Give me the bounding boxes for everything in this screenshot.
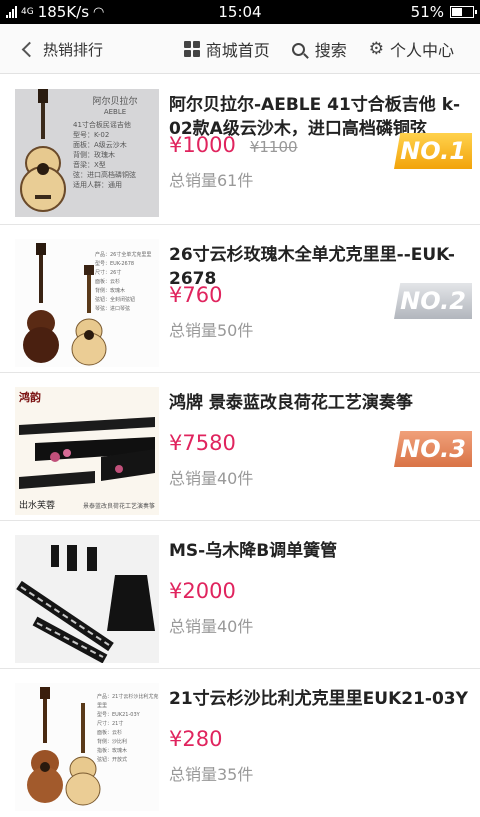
product-list: 阿尔贝拉尔 AEBLE 41寸合板民谣吉他 型号：K-02 面板：A级云沙木 背… (0, 75, 480, 817)
thumb-spec: 尺寸：21寸 (97, 721, 124, 727)
nav-links: 商城首页 搜索 ⚙ 个人中心 (183, 24, 454, 74)
list-item[interactable]: 阿尔贝拉尔 AEBLE 41寸合板民谣吉他 型号：K-02 面板：A级云沙木 背… (0, 75, 480, 225)
product-price: ¥7580 (169, 431, 236, 455)
product-price: ¥2000 (169, 579, 236, 603)
product-price: ¥760 (169, 283, 223, 307)
thumb-spec: 弦钮：全封闭弦钮 (95, 297, 136, 303)
clarinet-image (15, 535, 159, 663)
store-home-link[interactable]: 商城首页 (183, 37, 270, 61)
rank-badge: NO.2 (394, 283, 472, 319)
clock: 15:04 (218, 3, 262, 21)
status-right: 51% (410, 3, 477, 21)
thumb-caption-right: 景泰蓝改良荷花工艺演奏筝 (82, 503, 155, 510)
thumb-spec: 产品：21寸云杉沙比利尤克里里 (97, 694, 159, 709)
product-image-clarinet[interactable] (15, 535, 159, 663)
product-image-ukulele[interactable]: 产品：26寸全单尤克里里 型号：EUK-2678 尺寸：26寸 面板：云杉 背侧… (15, 239, 159, 367)
thumb-brand-en: AEBLE (103, 108, 127, 116)
sales-count: 总销量35件 (169, 765, 254, 784)
guzheng-image (15, 387, 159, 515)
thumb-spec: 背侧：沙比利 (97, 739, 128, 745)
list-item[interactable]: 产品：26寸全单尤克里里 型号：EUK-2678 尺寸：26寸 面板：云杉 背侧… (0, 225, 480, 373)
battery-icon (450, 6, 477, 18)
sales-count: 总销量40件 (169, 617, 254, 636)
rank-badge: NO.3 (394, 431, 472, 467)
search-icon (291, 42, 305, 56)
list-item[interactable]: MS-乌木降B调单簧管 ¥2000 总销量40件 (0, 521, 480, 669)
product-image-guitar[interactable]: 阿尔贝拉尔 AEBLE 41寸合板民谣吉他 型号：K-02 面板：A级云沙木 背… (15, 89, 159, 217)
thumb-spec: 弦钮：开放式 (97, 757, 128, 763)
gear-icon: ⚙ (368, 38, 384, 59)
thumb-spec: 适用人群：通用 (73, 181, 122, 189)
thumb-brand: 阿尔贝拉尔 (92, 97, 138, 107)
sales-count: 总销量50件 (169, 321, 254, 340)
thumb-spec: 型号：K-02 (73, 131, 110, 139)
battery-percent: 51% (410, 3, 444, 21)
thumb-spec: 面板：云杉 (95, 279, 121, 285)
thumb-spec: 背侧：玫瑰木 (95, 288, 126, 294)
top-nav-bar: 热销排行 商城首页 搜索 ⚙ 个人中心 (0, 24, 480, 74)
rank-badge: NO.1 (394, 133, 472, 169)
thumb-spec: 音梁：X型 (73, 161, 106, 169)
price-row: ¥2000 (169, 579, 236, 603)
grid-icon (183, 41, 200, 57)
thumb-spec: 型号：EUK-2678 (95, 261, 135, 267)
page-title: 热销排行 (43, 40, 104, 59)
thumb-spec: 尺寸：26寸 (95, 270, 122, 276)
price-row: ¥7580 (169, 431, 236, 455)
thumb-spec: 面板：A级云沙木 (73, 141, 127, 149)
thumb-spec: 弦：进口高档磷铜弦 (73, 171, 136, 179)
product-image-ukulele-21[interactable]: 产品：21寸云杉沙比利尤克里里 型号：EUK21-03Y 尺寸：21寸 面板：云… (15, 683, 159, 811)
thumb-spec: 琴弦：进口琴弦 (95, 306, 131, 312)
original-price: ¥1100 (249, 138, 298, 156)
price-row: ¥1000 ¥1100 (169, 133, 298, 157)
thumb-spec: 型号：EUK21-03Y (97, 712, 140, 718)
thumb-brand: 鸿韵 (19, 391, 41, 404)
thumb-spec: 面板：云杉 (97, 730, 123, 736)
product-price: ¥280 (169, 727, 223, 751)
price-row: ¥280 (169, 727, 222, 751)
list-item[interactable]: 产品：21寸云杉沙比利尤克里里 型号：EUK21-03Y 尺寸：21寸 面板：云… (0, 669, 480, 817)
thumb-text: 阿尔贝拉尔 AEBLE 41寸合板民谣吉他 型号：K-02 面板：A级云沙木 背… (73, 97, 157, 190)
thumb-text: 产品：21寸云杉沙比利尤克里里 型号：EUK21-03Y 尺寸：21寸 面板：云… (97, 693, 159, 765)
chevron-left-icon (21, 41, 38, 57)
thumb-text: 产品：26寸全单尤克里里 型号：EUK-2678 尺寸：26寸 面板：云杉 背侧… (95, 251, 159, 314)
list-item[interactable]: 鸿韵 出水芙蓉 景泰蓝改良荷花工艺演奏筝 鸿牌 景泰蓝改良荷花工艺演奏筝 ¥75… (0, 373, 480, 521)
profile-link[interactable]: ⚙ 个人中心 (369, 37, 454, 61)
status-bar: 4G 185K/s ◠ 15:04 51% (0, 0, 480, 24)
sales-count: 总销量40件 (169, 469, 254, 488)
store-home-label: 商城首页 (205, 41, 270, 60)
thumb-spec: 指板：玫瑰木 (97, 748, 128, 754)
product-image-guzheng[interactable]: 鸿韵 出水芙蓉 景泰蓝改良荷花工艺演奏筝 (15, 387, 159, 515)
sales-count: 总销量61件 (169, 171, 254, 190)
back-button[interactable]: 热销排行 (21, 24, 104, 74)
product-price: ¥1000 (169, 133, 236, 157)
thumb-spec: 产品：26寸全单尤克里里 (95, 252, 152, 258)
thumb-caption-left: 出水芙蓉 (19, 501, 56, 511)
search-link[interactable]: 搜索 (291, 37, 347, 61)
thumb-spec: 背侧：玫瑰木 (73, 151, 115, 159)
search-label: 搜索 (314, 41, 347, 60)
thumb-spec: 41寸合板民谣吉他 (73, 121, 131, 129)
profile-label: 个人中心 (389, 41, 454, 60)
price-row: ¥760 (169, 283, 222, 307)
